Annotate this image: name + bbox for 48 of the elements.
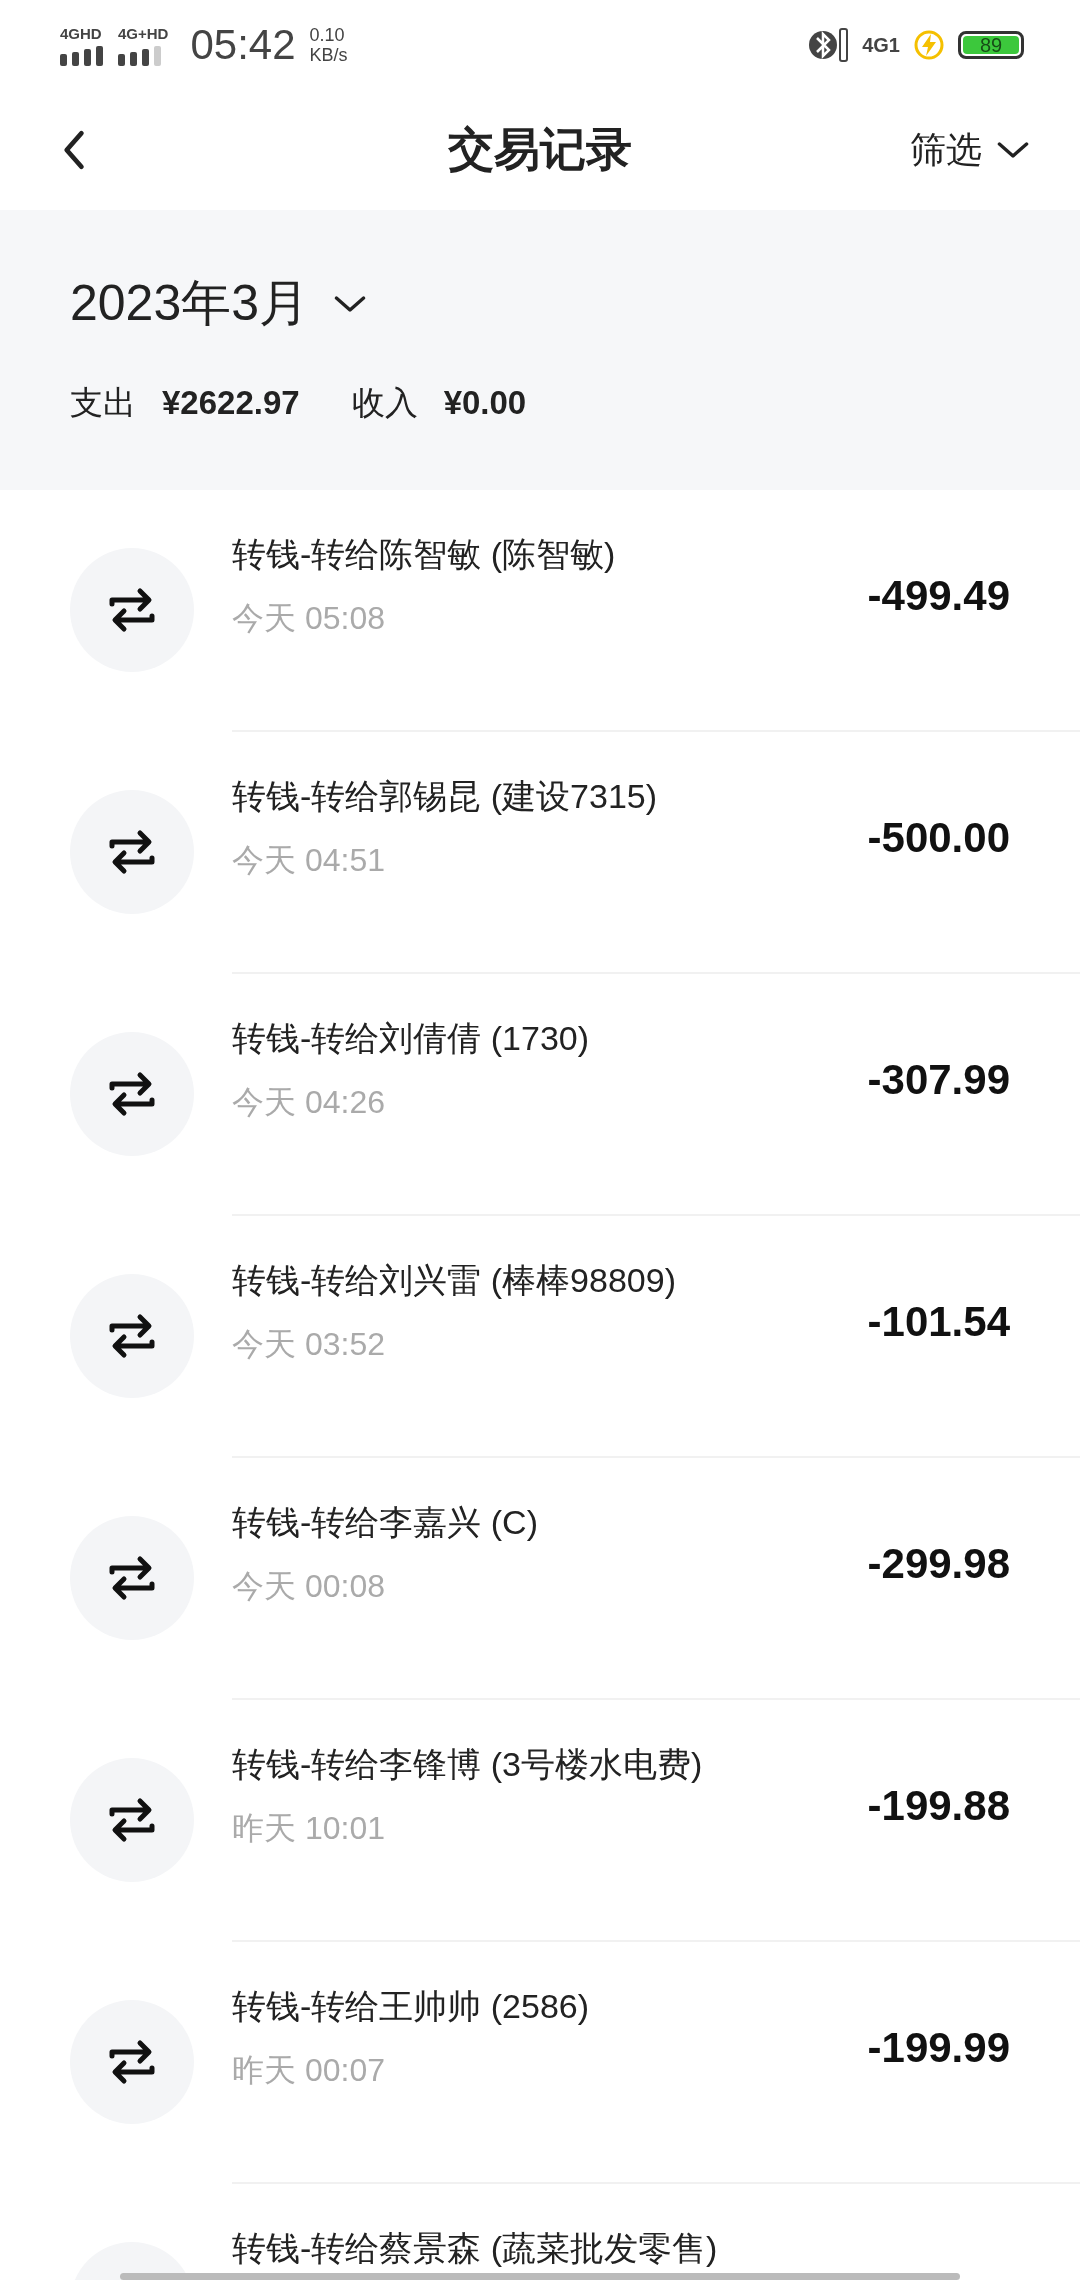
income-amount: ¥0.00	[443, 384, 527, 422]
network-label: 4GHD	[60, 24, 103, 42]
transaction-title: 转钱-转给李嘉兴 (C)	[232, 1504, 538, 1542]
transaction-time: 今天 03:52	[232, 1325, 386, 1365]
battery-level: 89	[963, 36, 1019, 54]
speed-unit: KB/s	[309, 45, 348, 65]
transaction-time: 昨天 00:07	[232, 2051, 386, 2091]
transaction-amount: -299.98	[867, 1540, 1010, 1588]
bluetooth-icon	[808, 25, 849, 65]
transaction-time: 今天 05:08	[232, 599, 386, 639]
signal-icon	[118, 43, 162, 66]
transaction-amount: -199.99	[867, 2024, 1010, 2072]
transaction-amount: -307.99	[867, 1056, 1010, 1104]
transaction-item[interactable]: 转钱-转给刘兴雷 (棒棒98809) 今天 03:52 -101.54	[0, 1216, 1080, 1458]
transaction-time: 今天 00:08	[232, 1567, 386, 1607]
speed-value: 0.10	[309, 25, 346, 45]
expense-label: 支出	[70, 383, 136, 423]
clock: 05:42	[190, 21, 296, 69]
signal-icon	[60, 43, 104, 66]
network-label: 4G1	[862, 33, 900, 57]
expense-amount: ¥2622.97	[162, 384, 300, 422]
transaction-item[interactable]: 转钱-转给李嘉兴 (C) 今天 00:08 -299.98	[0, 1458, 1080, 1700]
transaction-title: 转钱-转给郭锡昆 (建设7315)	[232, 778, 658, 816]
transaction-time: 今天 04:51	[232, 841, 386, 881]
filter-button[interactable]: 筛选	[910, 125, 1030, 175]
transaction-item[interactable]: 转钱-转给郭锡昆 (建设7315) 今天 04:51 -500.00	[0, 732, 1080, 974]
transaction-time: 昨天 10:01	[232, 1809, 386, 1849]
network-label: 4G+HD	[118, 24, 169, 42]
transaction-title: 转钱-转给陈智敏 (陈智敏)	[232, 536, 616, 574]
transaction-time: 今天 04:26	[232, 1083, 386, 1123]
transaction-item[interactable]: 转钱-转给王帅帅 (2586) 昨天 00:07 -199.99	[0, 1942, 1080, 2184]
transaction-title: 转钱-转给李锋博 (3号楼水电费)	[232, 1746, 703, 1784]
transaction-amount: -499.49	[867, 572, 1010, 620]
transaction-amount: -101.54	[867, 1298, 1010, 1346]
transaction-title: 转钱-转给刘倩倩 (1730)	[232, 1020, 590, 1058]
charging-icon	[914, 30, 944, 60]
month-selector[interactable]: 2023年3月	[70, 270, 368, 337]
transaction-item[interactable]: 转钱-转给刘倩倩 (1730) 今天 04:26 -307.99	[0, 974, 1080, 1216]
page-title: 交易记录	[448, 122, 632, 177]
transaction-title: 转钱-转给蔡景森 (蔬菜批发零售)	[232, 2230, 718, 2268]
transaction-amount: -500.00	[867, 814, 1010, 862]
chevron-down-icon	[996, 139, 1030, 161]
transaction-title: 转钱-转给王帅帅 (2586)	[232, 1988, 590, 2026]
transaction-item[interactable]: 转钱-转给李锋博 (3号楼水电费) 昨天 10:01 -199.88	[0, 1700, 1080, 1942]
transaction-item[interactable]: 转钱-转给陈智敏 (陈智敏) 今天 05:08 -499.49	[0, 490, 1080, 732]
income-label: 收入	[351, 383, 418, 423]
transaction-amount: -199.88	[867, 1782, 1010, 1830]
transaction-title: 转钱-转给刘兴雷 (棒棒98809)	[232, 1262, 676, 1300]
